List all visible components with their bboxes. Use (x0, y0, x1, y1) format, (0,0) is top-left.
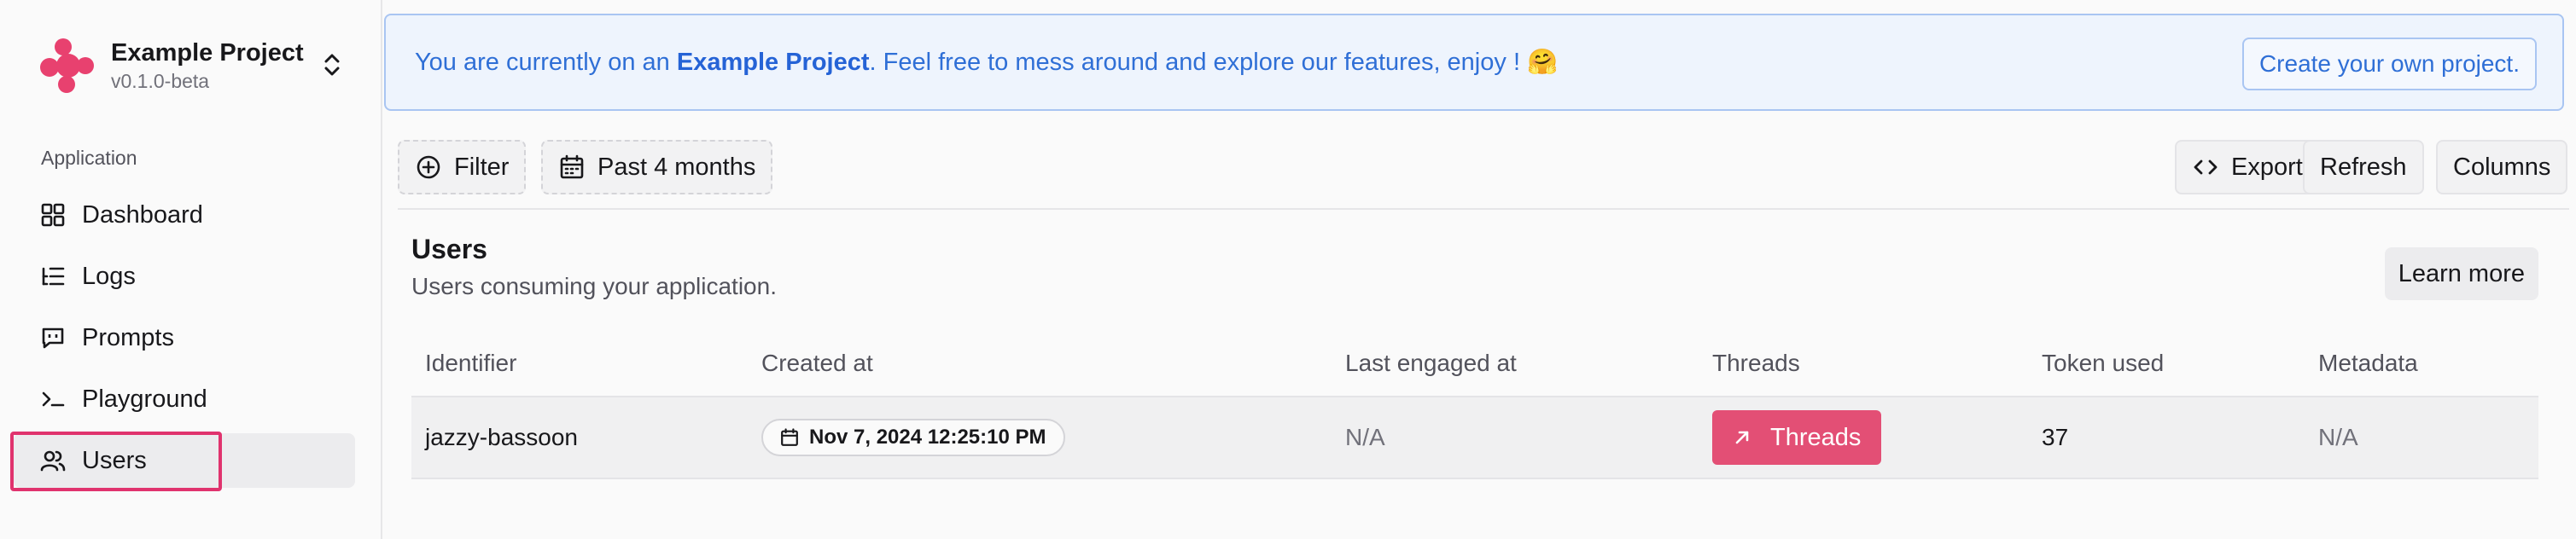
sidebar: Example Project v0.1.0-beta Application … (0, 0, 382, 539)
calendar-icon (780, 427, 801, 448)
code-icon (2192, 154, 2219, 181)
date-range-button[interactable]: Past 4 months (541, 140, 773, 194)
column-header-token-used[interactable]: Token used (2028, 350, 2305, 377)
created-at-badge: Nov 7, 2024 12:25:10 PM (761, 419, 1065, 456)
create-project-button[interactable]: Create your own project. (2241, 38, 2537, 90)
filter-button[interactable]: Filter (398, 140, 527, 194)
plus-circle-icon (415, 154, 442, 181)
sidebar-section-label: Application (41, 147, 137, 169)
users-table: Identifier Created at Last engaged at Th… (411, 331, 2538, 479)
project-logo-icon (38, 35, 97, 95)
table-header: Identifier Created at Last engaged at Th… (411, 331, 2538, 397)
terminal-icon (39, 385, 67, 413)
sidebar-item-users[interactable]: Users (14, 433, 355, 488)
column-header-identifier[interactable]: Identifier (411, 350, 748, 377)
threads-button[interactable]: Threads (1712, 410, 1882, 465)
sidebar-item-label: Logs (82, 262, 136, 290)
arrow-up-right-icon (1733, 427, 1753, 448)
refresh-button[interactable]: Refresh (2303, 140, 2424, 194)
toolbar: Filter Past 4 months Export Refresh Colu… (398, 140, 2569, 194)
column-header-metadata[interactable]: Metadata (2305, 350, 2538, 377)
grid-icon (39, 201, 67, 229)
project-version: v0.1.0-beta (111, 70, 210, 92)
sidebar-nav: Dashboard Logs Prompts Playground Users (14, 188, 355, 495)
column-header-created-at[interactable]: Created at (748, 350, 1332, 377)
sidebar-item-prompts[interactable]: Prompts (14, 310, 355, 365)
table-row[interactable]: jazzy-bassoon Nov 7, 2024 12:25:10 PM N/… (411, 397, 2538, 479)
user-identifier: jazzy-bassoon (425, 424, 578, 450)
column-header-last-engaged[interactable]: Last engaged at (1332, 350, 1699, 377)
chevrons-up-down-icon[interactable] (319, 48, 345, 82)
calendar-icon (558, 154, 586, 181)
page-subtitle: Users consuming your application. (411, 273, 777, 299)
export-button[interactable]: Export (2175, 140, 2320, 194)
column-header-threads[interactable]: Threads (1699, 350, 2028, 377)
users-icon (39, 447, 67, 474)
main-content: You are currently on an Example Project.… (382, 0, 2576, 539)
sidebar-item-logs[interactable]: Logs (14, 249, 355, 304)
project-switcher[interactable]: Example Project v0.1.0-beta (38, 31, 345, 99)
sidebar-item-label: Dashboard (82, 200, 203, 229)
sidebar-item-label: Playground (82, 385, 207, 413)
message-square-icon (39, 324, 67, 351)
columns-button[interactable]: Columns (2436, 140, 2568, 194)
learn-more-button[interactable]: Learn more (2384, 247, 2538, 300)
metadata-value: N/A (2318, 424, 2358, 450)
sidebar-item-label: Users (82, 446, 147, 474)
sidebar-item-playground[interactable]: Playground (14, 372, 355, 426)
banner-text: You are currently on an Example Project.… (415, 49, 1559, 76)
list-tree-icon (39, 263, 67, 290)
sidebar-item-dashboard[interactable]: Dashboard (14, 188, 355, 242)
page-title: Users (411, 234, 487, 264)
last-engaged-value: N/A (1345, 424, 1385, 450)
token-used-value: 37 (2042, 424, 2069, 450)
sidebar-item-label: Prompts (82, 323, 174, 351)
toolbar-divider (398, 208, 2569, 210)
example-project-banner: You are currently on an Example Project.… (384, 14, 2564, 111)
project-name: Example Project (111, 39, 304, 67)
